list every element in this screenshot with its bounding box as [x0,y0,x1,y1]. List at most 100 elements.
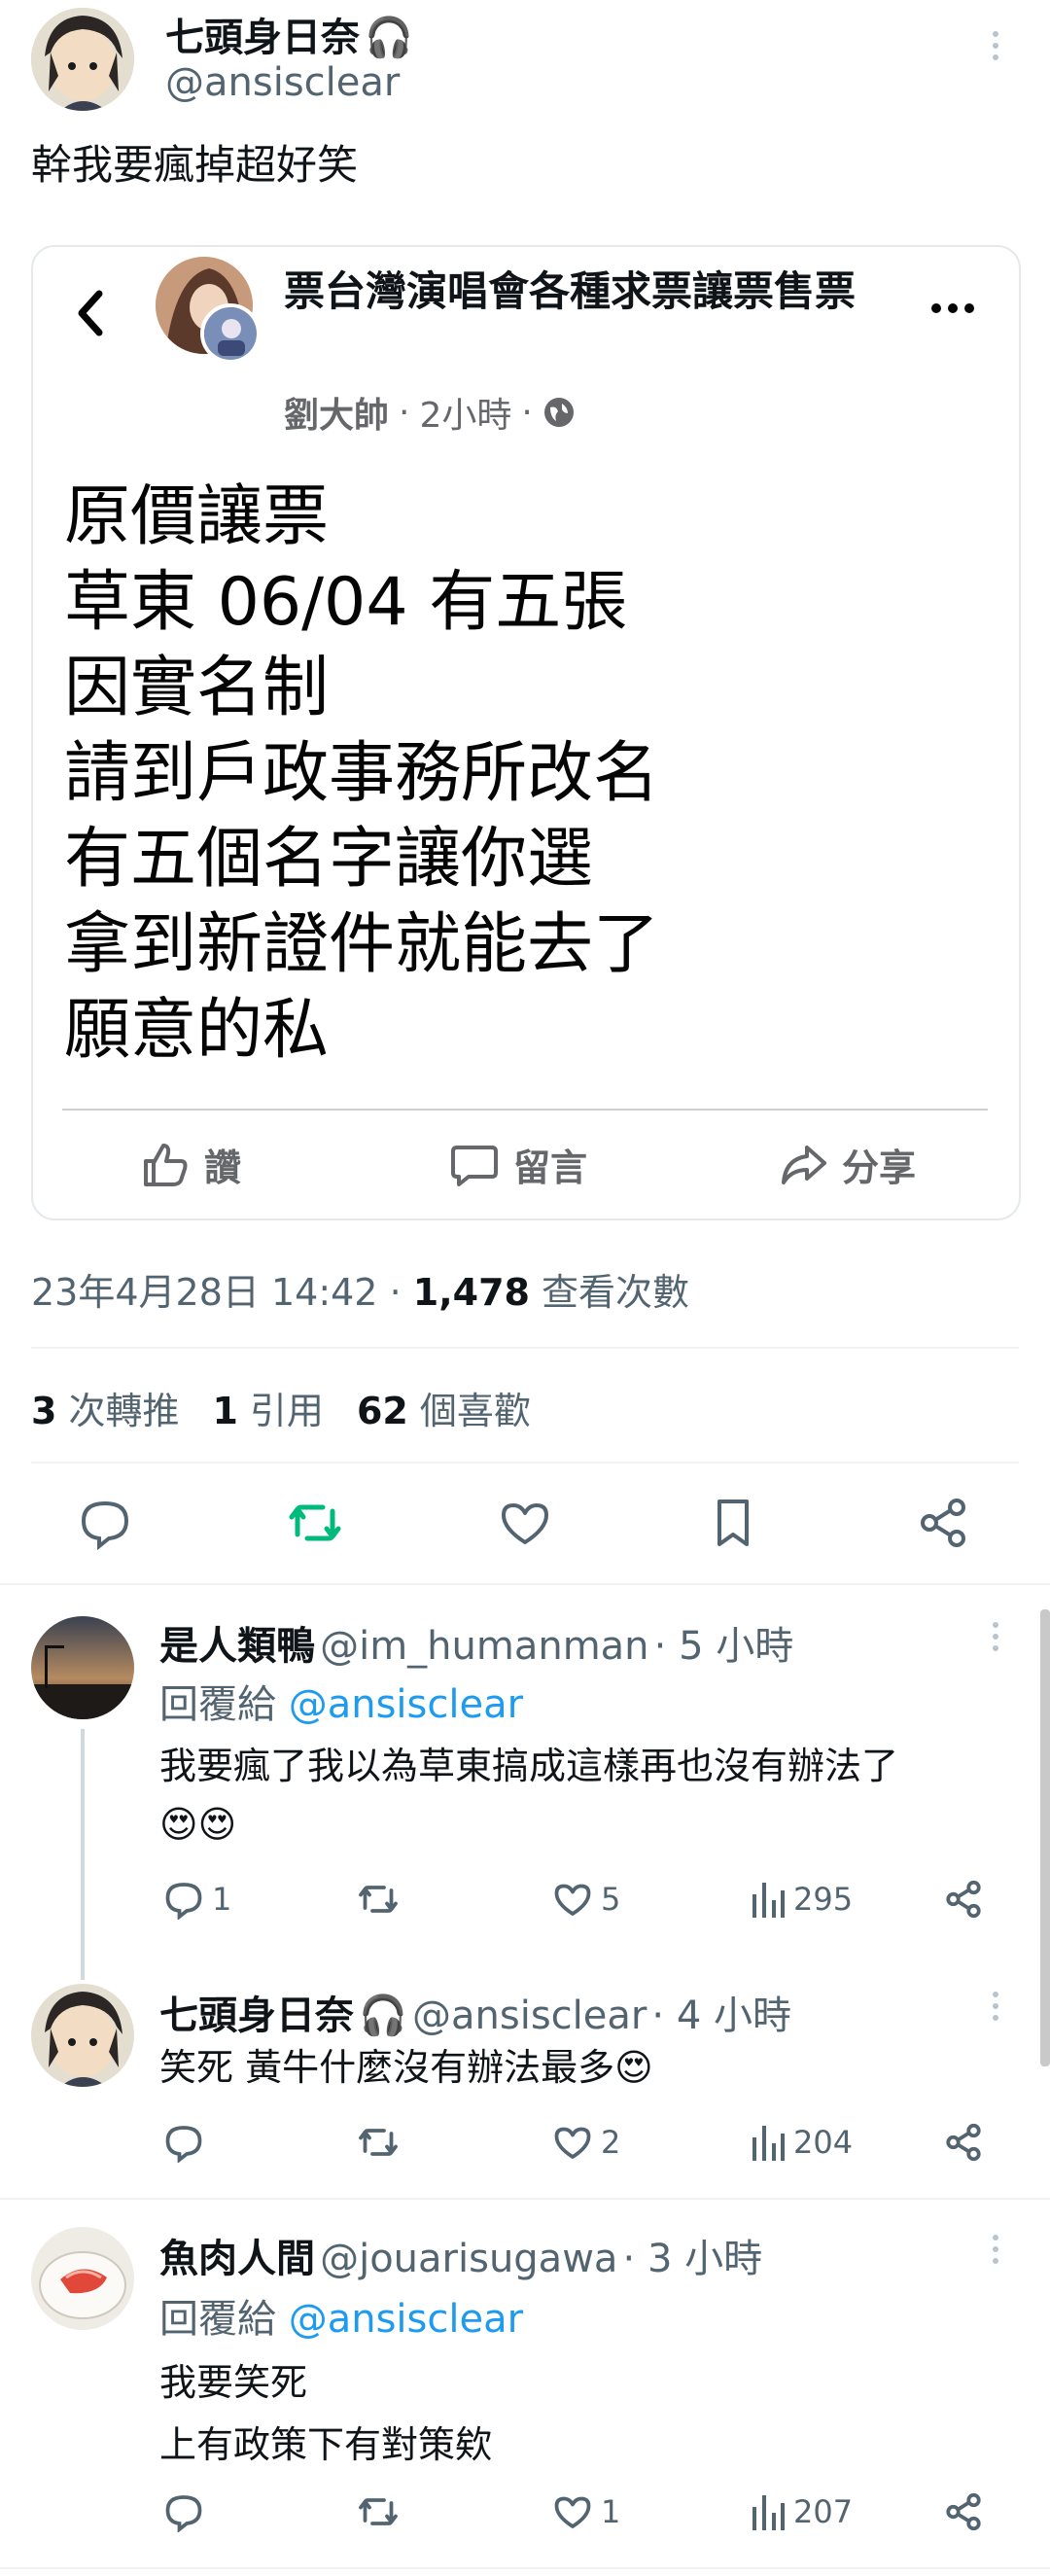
reply-avatar[interactable] [31,1616,134,1719]
like-count: 1 [601,2493,621,2530]
thread-line [81,1729,85,1980]
reply-text-line: 上有政策下有對策欸 [159,2423,493,2466]
share-icon [921,1499,965,1547]
replying-to-label: 回覆給 [159,1682,276,1727]
reply-time[interactable]: 5 小時 [679,1624,793,1669]
reply-author-name[interactable]: 七頭身日奈 [159,1994,354,2038]
heart-icon [554,2127,591,2159]
reply-author-handle[interactable]: @im_humanman [320,1624,648,1669]
retweet-button[interactable] [286,1496,344,1550]
replying-to-link[interactable]: @ansisclear [289,1682,523,1727]
retweet-icon [289,1504,341,1541]
like-count: 5 [601,1881,621,1918]
post-line: 有五個名字讓你選 [64,821,594,898]
like-button[interactable] [498,1496,552,1550]
reply-retweet-button[interactable] [356,2122,408,2163]
author-name[interactable]: 七頭身日奈 [165,16,360,60]
reply-retweet-button[interactable] [356,2491,408,2532]
like-stat[interactable]: 62 個喜歡 [357,1381,531,1434]
post-line: 因實名制 [64,650,330,726]
reply-count: 1 [212,1881,232,1918]
separator-dot: · [521,392,533,433]
reply-author-name[interactable]: 是人類鴨 [159,1624,315,1669]
post-author: 劉大帥 [284,396,390,436]
reply-icon [165,1883,202,1920]
reply-action-bar: 1 207 [159,2491,996,2538]
globe-icon [542,396,576,429]
more-options-icon[interactable] [993,1622,998,1651]
fb-like-action: 讚 [140,1138,241,1191]
reply-like-button[interactable]: 1 [552,2491,620,2532]
divider [0,1583,1050,1585]
reply-share-button[interactable] [943,2491,984,2532]
reply-comment-button[interactable] [163,2122,212,2163]
tweet-meta: 23年4月28日 14:42 · 1,478 查看次數 [31,1271,690,1314]
post-body: 原價讓票 草東 06/04 有五張 因實名制 請到戶政事務所改名 有五個名字讓你… [64,475,659,1074]
retweet-stat[interactable]: 3 次轉推 [31,1381,179,1434]
reply-avatar[interactable] [31,2227,134,2330]
comment-bubble-icon [449,1140,500,1190]
reply-author-handle[interactable]: @jouarisugawa [320,2237,617,2281]
heart-icon [554,1884,591,1916]
back-arrow-icon [70,284,109,342]
reply-icon [81,1500,129,1550]
reply-avatar[interactable] [31,1984,134,2087]
share-arrow-icon [778,1140,828,1190]
reply-time[interactable]: 4 小時 [677,1994,791,2038]
share-button[interactable] [916,1496,970,1550]
user-avatar [200,303,261,364]
post-line: 願意的私 [64,992,330,1069]
view-count: 207 [793,2493,854,2530]
bookmark-button[interactable] [710,1496,756,1550]
tweet-text: 幹我要瘋掉超好笑 [31,141,359,189]
tweet-timestamp[interactable]: 23年4月28日 14:42 [31,1271,377,1314]
more-options-icon[interactable] [993,2235,998,2264]
reply-views-button[interactable]: 204 [751,2122,853,2163]
reply-text: 笑死 黃牛什麼沒有辦法最多😍 [159,2046,653,2089]
post-meta: 劉大帥 · 2小時 · [284,387,576,438]
reply-like-button[interactable]: 2 [552,2122,620,2163]
post-more-icon [931,303,974,313]
reply-author-handle[interactable]: @ansisclear [412,1994,647,2038]
divider [0,2198,1050,2200]
more-options-icon[interactable] [993,1992,998,2021]
fb-share-action: 分享 [778,1138,916,1191]
post-line: 草東 06/04 有五張 [64,564,628,641]
tweet-stats: 3 次轉推 1 引用 62 個喜歡 [31,1381,531,1434]
divider [31,1462,1019,1464]
view-count: 295 [793,1881,854,1918]
reply-comment-button[interactable] [163,2491,212,2532]
reply-header: 魚肉人間 @jouarisugawa · 3 小時 [159,2237,763,2281]
like-count: 2 [601,2124,621,2161]
bookmark-icon [718,1500,749,1546]
view-count: 1,478 [412,1271,530,1314]
reply-header: 七頭身日奈 🎧 @ansisclear · 4 小時 [159,1994,792,2038]
replying-to-link[interactable]: @ansisclear [289,2297,523,2342]
reply-share-button[interactable] [943,1879,984,1920]
author-handle[interactable]: @ansisclear [165,60,400,105]
share-icon [946,2123,981,2162]
reply-icon [165,2495,202,2532]
reply-action-bar: 2 204 [159,2122,996,2169]
reply-retweet-button[interactable] [356,1879,408,1920]
reply-views-button[interactable]: 295 [751,1879,853,1920]
reply-text: 我要笑死 上有政策下有對策欸 [159,2351,996,2476]
reply-header: 是人類鴨 @im_humanman · 5 小時 [159,1624,794,1669]
reply-author-name[interactable]: 魚肉人間 [159,2237,315,2281]
reply-comment-button[interactable]: 1 [163,1879,231,1920]
reply-share-button[interactable] [943,2122,984,2163]
reply-like-button[interactable]: 5 [552,1879,620,1920]
reply-views-button[interactable]: 207 [751,2491,853,2532]
scrollbar[interactable] [1040,1609,1050,2066]
card-divider [62,1109,988,1111]
post-time: 2小時 [419,396,512,436]
author-avatar[interactable] [31,8,134,111]
reply-button[interactable] [78,1496,132,1550]
analytics-icon [752,1883,785,1918]
more-options-icon[interactable] [993,31,998,60]
quote-stat[interactable]: 1 引用 [212,1381,323,1434]
reply-text: 我要瘋了我以為草東搞成這樣再也沒有辦法了 😍😍 [159,1737,1015,1853]
heart-icon [554,2496,591,2528]
reply-time[interactable]: 3 小時 [648,2237,762,2281]
headphones-icon: 🎧 [365,16,413,60]
